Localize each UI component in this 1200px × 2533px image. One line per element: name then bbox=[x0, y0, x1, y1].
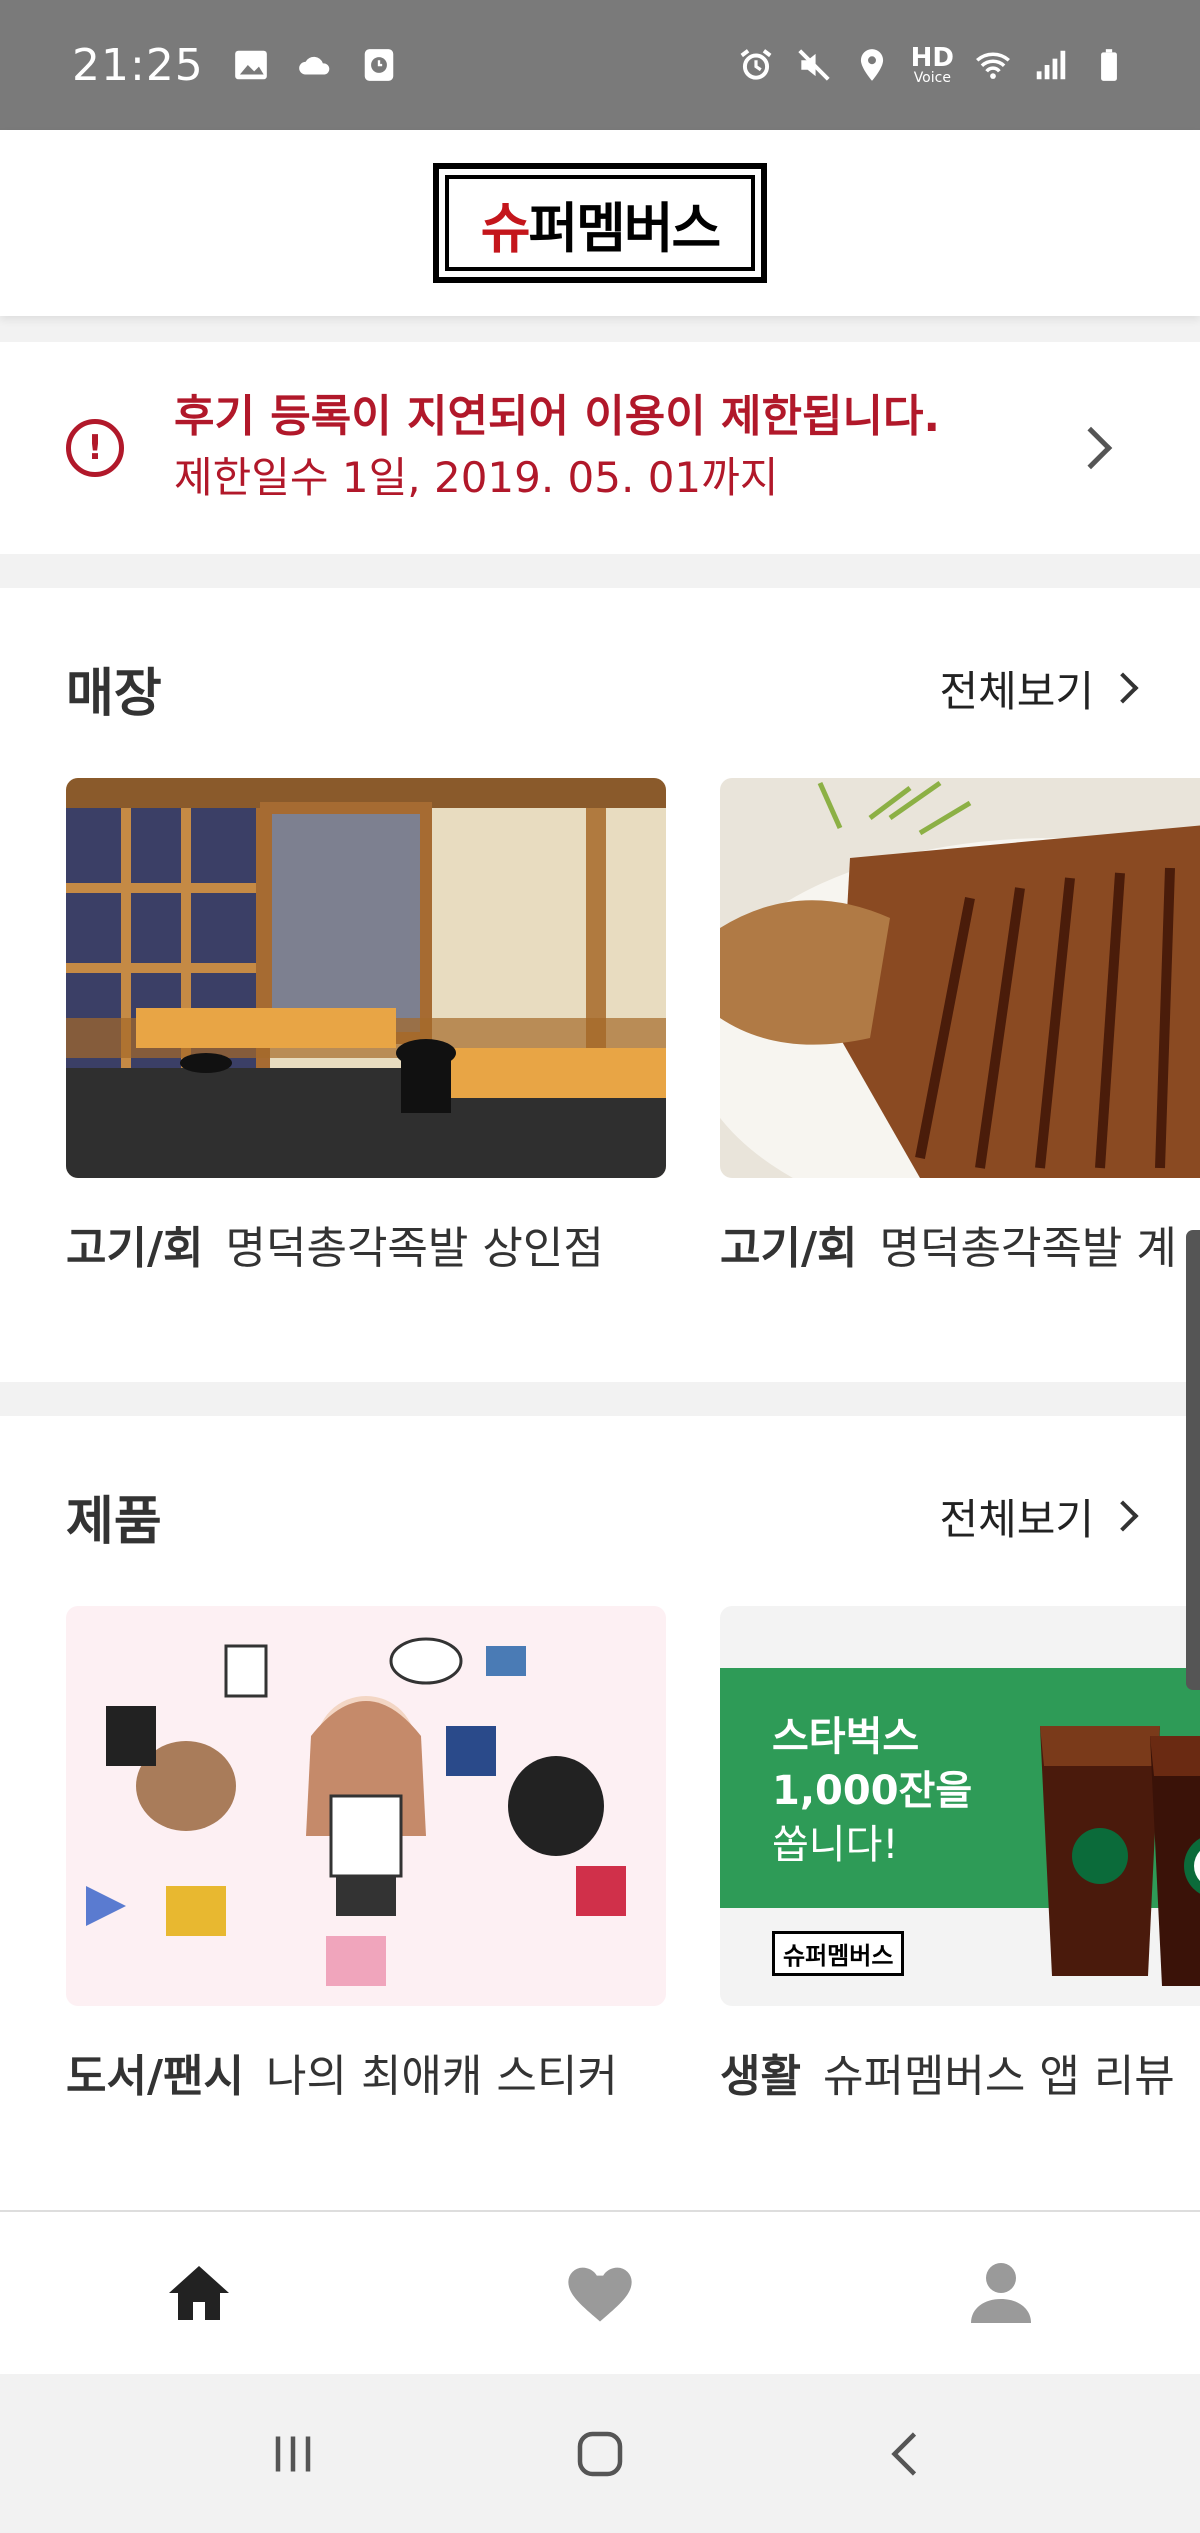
promo-brand: 슈퍼멤버스 bbox=[783, 1942, 894, 1970]
store-card[interactable]: 고기/회 명덕총각족발 계 bbox=[720, 778, 1200, 1276]
product-image bbox=[66, 1606, 666, 2006]
products-see-all-button[interactable]: 전체보기 bbox=[939, 1486, 1139, 1547]
store-name: 명덕총각족발 계 bbox=[879, 1223, 1177, 1274]
home-circle-icon[interactable] bbox=[570, 2424, 630, 2484]
app-header: 슈 퍼멤버스 bbox=[0, 130, 1200, 316]
image-icon bbox=[234, 50, 267, 80]
system-nav bbox=[0, 2374, 1200, 2533]
product-card[interactable]: 도서/팬시 나의 최애캐 스티커 bbox=[66, 1606, 666, 2104]
alarm-icon bbox=[740, 49, 772, 80]
product-category: 생활 bbox=[720, 2051, 801, 2102]
store-image bbox=[720, 778, 1200, 1178]
battery-icon bbox=[1101, 49, 1117, 81]
store-image bbox=[66, 778, 666, 1178]
signal-icon bbox=[1036, 50, 1066, 80]
product-card[interactable]: 스타벅스 1,000잔을 쏩니다! 슈퍼멤버스 생활 슈퍼멤버스 앱 리뷰 bbox=[720, 1606, 1200, 2104]
restriction-alert[interactable]: ! 후기 등록이 지연되어 이용이 제한됩니다. 제한일수 1일, 2019. … bbox=[0, 342, 1200, 554]
stores-see-all-button[interactable]: 전체보기 bbox=[939, 658, 1139, 719]
stores-see-all-label: 전체보기 bbox=[939, 666, 1094, 716]
promo-brand-logo: 슈퍼멤버스 bbox=[772, 1931, 905, 1976]
home-icon[interactable] bbox=[163, 2257, 235, 2329]
scroll-indicator[interactable] bbox=[1186, 1230, 1200, 1690]
back-icon[interactable] bbox=[877, 2424, 937, 2484]
store-card[interactable]: 고기/회 명덕총각족발 상인점 bbox=[66, 778, 666, 1276]
promo-line2: 1,000잔을 bbox=[772, 1768, 973, 1814]
voice-label: Voice bbox=[913, 70, 951, 86]
product-name: 슈퍼멤버스 앱 리뷰 bbox=[822, 2051, 1175, 2102]
chevron-right-icon bbox=[1107, 1500, 1139, 1532]
cloud-icon bbox=[298, 56, 330, 75]
location-icon bbox=[860, 49, 883, 81]
status-time: 21:25 bbox=[72, 39, 204, 91]
stores-title: 매장 bbox=[66, 663, 162, 724]
store-category: 고기/회 bbox=[66, 1223, 204, 1274]
recent-apps-icon[interactable] bbox=[263, 2424, 323, 2484]
products-title: 제품 bbox=[66, 1491, 162, 1552]
promo-line3: 쏩니다! bbox=[772, 1822, 899, 1868]
promo-line1: 스타벅스 bbox=[772, 1714, 920, 1760]
store-name: 명덕총각족발 상인점 bbox=[225, 1223, 604, 1274]
clock-icon bbox=[364, 49, 394, 81]
heart-icon[interactable] bbox=[562, 2255, 638, 2331]
alert-detail: 제한일수 1일, 2019. 05. 01까지 bbox=[174, 453, 779, 502]
logo-text-black: 퍼멤버스 bbox=[528, 196, 721, 260]
product-name: 나의 최애캐 스티커 bbox=[266, 2051, 618, 2102]
products-section: 제품 전체보기 도서/팬시 나의 최애캐 스티커 스타벅스 1,000잔을 쏩니… bbox=[0, 1416, 1200, 2210]
chevron-right-icon bbox=[1069, 426, 1113, 470]
hd-voice-icon: HD Voice bbox=[911, 45, 954, 85]
bottom-nav bbox=[0, 2210, 1200, 2374]
alert-circle-icon: ! bbox=[66, 419, 124, 477]
mute-icon bbox=[798, 49, 830, 81]
product-category: 도서/팬시 bbox=[66, 2051, 244, 2102]
status-bar: 21:25 HD Voice bbox=[0, 0, 1200, 130]
app-logo[interactable]: 슈 퍼멤버스 bbox=[433, 163, 767, 283]
chevron-right-icon bbox=[1107, 672, 1139, 704]
alert-title: 후기 등록이 지연되어 이용이 제한됩니다. bbox=[174, 391, 941, 442]
profile-icon[interactable] bbox=[965, 2257, 1037, 2329]
wifi-icon bbox=[976, 52, 1010, 79]
logo-text-red: 슈 bbox=[480, 196, 531, 260]
products-see-all-label: 전체보기 bbox=[939, 1494, 1094, 1544]
stores-section: 매장 전체보기 고기/회 명덕총각족발 상인점 고기/회 명덕총각족발 계 bbox=[0, 588, 1200, 1382]
store-category: 고기/회 bbox=[720, 1223, 858, 1274]
product-image: 스타벅스 1,000잔을 쏩니다! 슈퍼멤버스 bbox=[720, 1606, 1200, 2006]
hd-label: HD bbox=[910, 43, 954, 73]
